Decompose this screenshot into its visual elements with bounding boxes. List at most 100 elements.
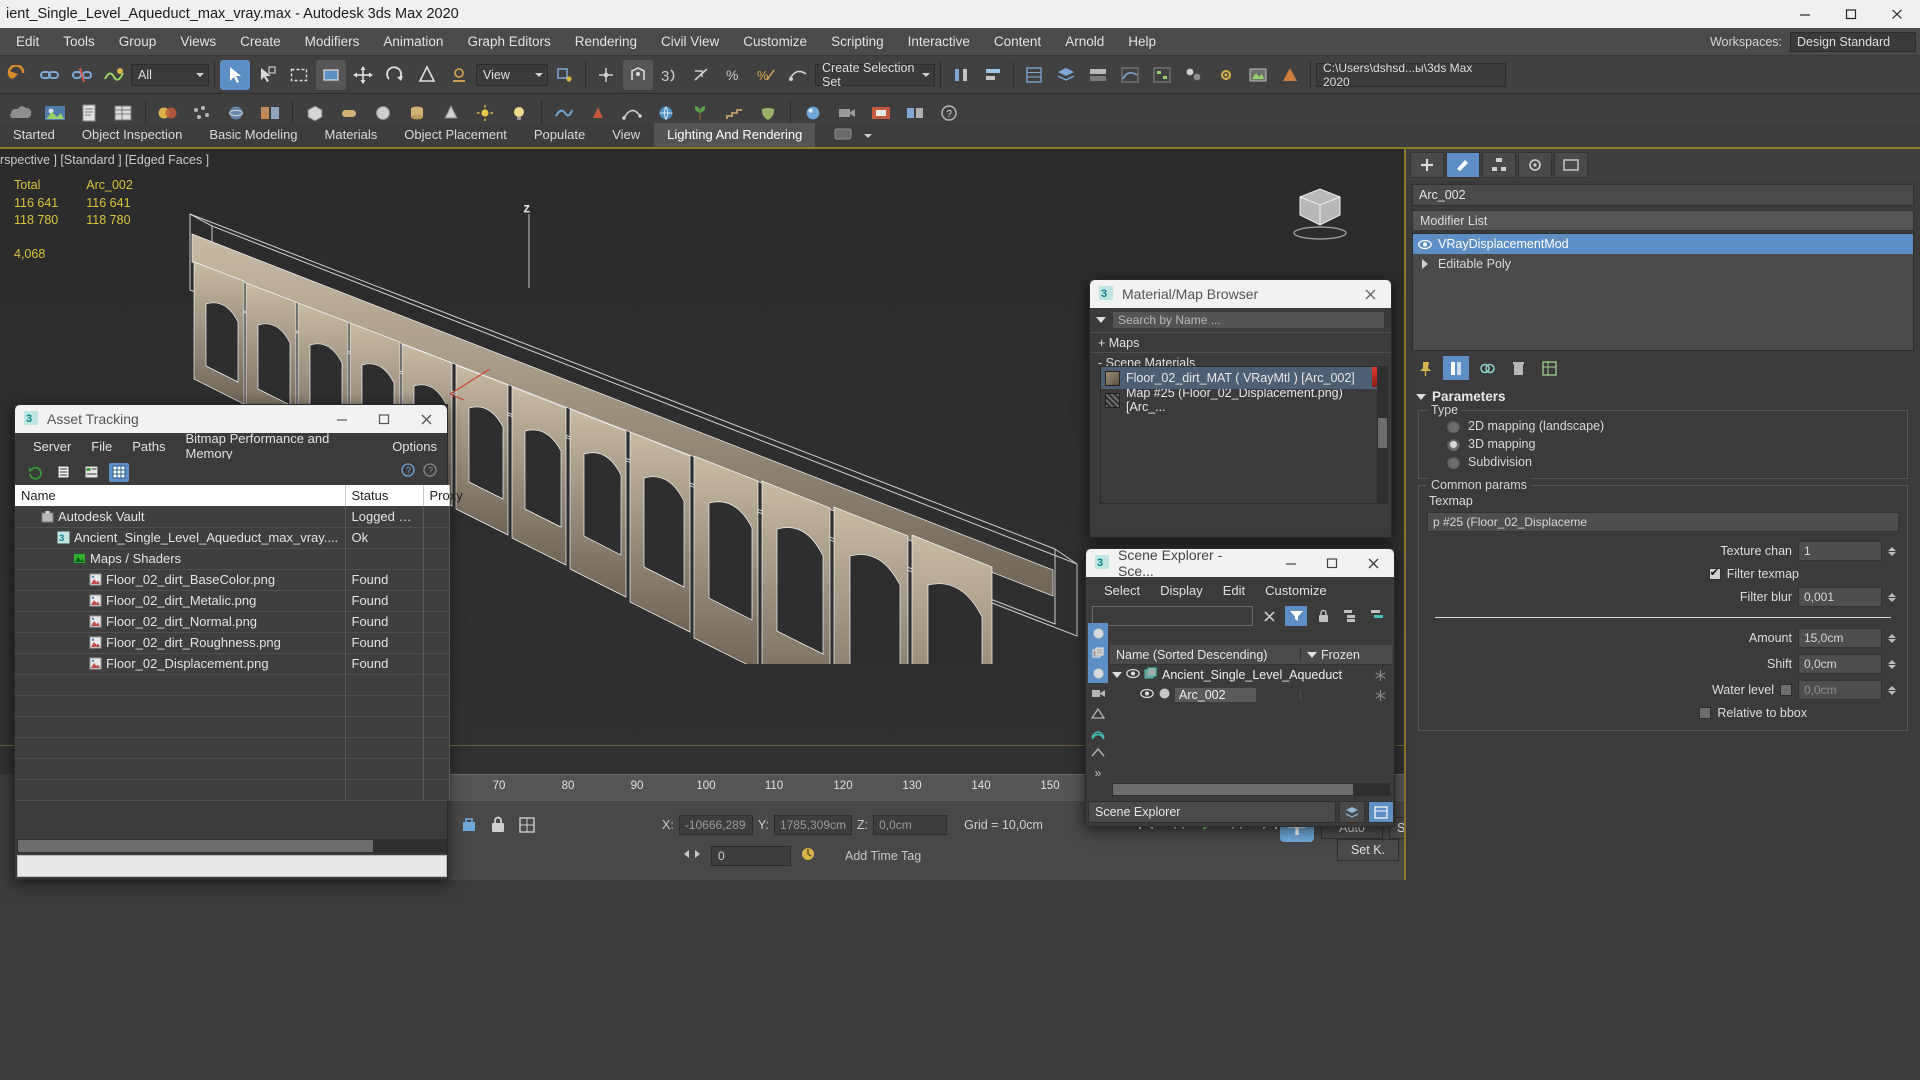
menu-item-views[interactable]: Views — [168, 31, 228, 52]
menu-item-rendering[interactable]: Rendering — [563, 31, 649, 52]
lock-icon[interactable] — [489, 815, 507, 838]
select-space-warps-icon[interactable] — [1088, 743, 1108, 763]
tab-display[interactable] — [1554, 152, 1588, 178]
tab-modify[interactable] — [1446, 152, 1480, 178]
modifier-stack-item-editable-poly[interactable]: Editable Poly — [1413, 254, 1913, 274]
radio-3d-mapping[interactable]: 3D mapping — [1425, 435, 1901, 453]
clear-search-icon[interactable] — [1258, 606, 1280, 626]
tab-hierarchy[interactable] — [1482, 152, 1516, 178]
table-row[interactable]: Floor_02_dirt_Metalic.png Found — [15, 590, 450, 612]
eye-icon[interactable] — [1417, 239, 1432, 250]
tab-object-placement[interactable]: Object Placement — [391, 123, 520, 147]
expand-arrow-icon[interactable] — [1112, 672, 1122, 678]
collapse-all-icon[interactable] — [1366, 606, 1388, 626]
show-end-result-icon[interactable] — [1443, 356, 1469, 380]
menu-item-customize[interactable]: Customize — [731, 31, 819, 52]
selection-lock-toggle-icon[interactable] — [459, 815, 479, 838]
refresh-icon[interactable] — [25, 463, 45, 482]
render-frame-window-icon[interactable] — [1243, 60, 1273, 90]
camera-icon[interactable] — [832, 99, 862, 127]
menu-item-display[interactable]: Display — [1150, 581, 1213, 600]
make-unique-icon[interactable] — [1474, 356, 1500, 380]
menu-item-options[interactable]: Options — [382, 437, 447, 456]
material-list-item[interactable]: Floor_02_dirt_MAT ( VRayMtl ) [Arc_002] — [1101, 367, 1382, 389]
minimize-icon[interactable] — [1782, 0, 1828, 28]
window-crossing-icon[interactable] — [316, 59, 346, 90]
search-input[interactable]: Search by Name ... — [1112, 311, 1385, 329]
select-and-scale-icon[interactable] — [412, 60, 442, 90]
curve-editor-icon[interactable] — [1115, 60, 1145, 90]
tab-materials[interactable]: Materials — [312, 123, 391, 147]
asset-table[interactable]: Name Status Proxy Autodesk Vault Logged … — [15, 485, 463, 801]
column-header-name[interactable]: Name — [15, 485, 346, 506]
menu-item-interactive[interactable]: Interactive — [896, 31, 982, 52]
section-maps[interactable]: + Maps — [1090, 332, 1391, 352]
menu-item-customize[interactable]: Customize — [1255, 581, 1336, 600]
spinner-icon[interactable] — [1888, 633, 1897, 643]
filter-blur-field[interactable]: 0,001 — [1798, 587, 1882, 607]
close-icon[interactable] — [409, 406, 443, 432]
select-and-place-icon[interactable] — [444, 60, 474, 90]
table-row[interactable]: Autodesk Vault Logged O... — [15, 506, 450, 528]
render-region-icon[interactable] — [866, 99, 896, 127]
selection-filter-dropdown[interactable]: All — [131, 63, 209, 86]
eye-icon[interactable] — [1126, 668, 1140, 682]
rectangular-selection-region-icon[interactable] — [284, 60, 314, 90]
spinner-icon[interactable] — [1888, 546, 1897, 556]
material-map-browser-window[interactable]: 3 Material/Map Browser Search by Name ..… — [1089, 279, 1392, 538]
y-field[interactable]: 1785,309cm — [773, 815, 852, 835]
select-helpers-icon[interactable] — [1088, 723, 1108, 743]
table-row[interactable] — [15, 779, 450, 801]
more-options-icon[interactable]: » — [1088, 763, 1108, 783]
key-mode-toggle-icon[interactable] — [681, 845, 703, 866]
tab-object-inspection[interactable]: Object Inspection — [69, 123, 195, 147]
view-cube[interactable] — [1280, 181, 1352, 243]
tab-motion[interactable] — [1518, 152, 1552, 178]
select-lights-icon[interactable] — [1088, 683, 1108, 703]
table-row[interactable] — [15, 737, 450, 759]
texmap-slot[interactable]: p #25 (Floor_02_Displaceme — [1427, 512, 1899, 532]
menu-item-edit[interactable]: Edit — [4, 31, 51, 52]
menu-item-graph-editors[interactable]: Graph Editors — [455, 31, 562, 52]
reference-coordinate-dropdown[interactable]: View — [476, 63, 548, 86]
menu-item-help[interactable]: Help — [1116, 31, 1168, 52]
render-setup-icon[interactable] — [1211, 60, 1241, 90]
snaps-toggle-icon[interactable] — [623, 59, 653, 90]
edit-named-selection-icon[interactable] — [783, 60, 813, 90]
column-header-frozen[interactable]: Frozen — [1300, 647, 1392, 662]
menu-item-tools[interactable]: Tools — [51, 31, 107, 52]
menu-item-bitmap-performance[interactable]: Bitmap Performance and Memory — [176, 429, 383, 463]
detail-icon[interactable] — [81, 463, 101, 482]
coordinate-display-toggle-icon[interactable] — [517, 815, 537, 838]
select-all-icon[interactable] — [1088, 623, 1108, 643]
layers-icon[interactable] — [900, 99, 930, 127]
table-row[interactable]: Floor_02_Displacement.png Found — [15, 653, 450, 675]
scene-explorer-toggle-icon[interactable] — [1019, 60, 1049, 90]
add-time-tag-label[interactable]: Add Time Tag — [845, 849, 921, 863]
percent-snap-icon[interactable] — [687, 60, 717, 90]
select-cameras-icon[interactable] — [1088, 703, 1108, 723]
frozen-cell[interactable] — [1300, 689, 1392, 701]
minimize-icon[interactable] — [1274, 550, 1307, 576]
table-row[interactable] — [15, 695, 450, 717]
frozen-cell[interactable] — [1342, 669, 1392, 681]
parameters-rollout-header[interactable]: Parameters — [1410, 386, 1916, 407]
explorer-preset-combo[interactable]: Scene Explorer — [1088, 801, 1336, 823]
menu-item-edit[interactable]: Edit — [1213, 581, 1255, 600]
scene-tree-row[interactable]: Arc_002 — [1110, 685, 1392, 705]
workspace-dropdown[interactable]: Design Standard — [1790, 32, 1916, 52]
modifier-stack-item-vraydisplacementmod[interactable]: VRayDisplacementMod — [1413, 234, 1913, 254]
align-icon[interactable] — [978, 60, 1008, 90]
menu-item-animation[interactable]: Animation — [371, 31, 455, 52]
create-selection-set-input[interactable]: Create Selection Set — [815, 61, 935, 89]
remove-modifier-icon[interactable] — [1505, 356, 1531, 380]
scene-tree-row[interactable]: Ancient_Single_Level_Aqueduct — [1110, 665, 1392, 685]
select-groups-icon[interactable] — [1088, 643, 1108, 663]
menu-item-select[interactable]: Select — [1094, 581, 1150, 600]
amount-field[interactable]: 15,0cm — [1798, 628, 1882, 648]
column-header-status[interactable]: Status — [345, 485, 424, 506]
menu-item-group[interactable]: Group — [107, 31, 169, 52]
menu-item-content[interactable]: Content — [982, 31, 1053, 52]
spinner-icon[interactable] — [1888, 659, 1897, 669]
relative-to-bbox-checkbox[interactable] — [1699, 707, 1712, 719]
